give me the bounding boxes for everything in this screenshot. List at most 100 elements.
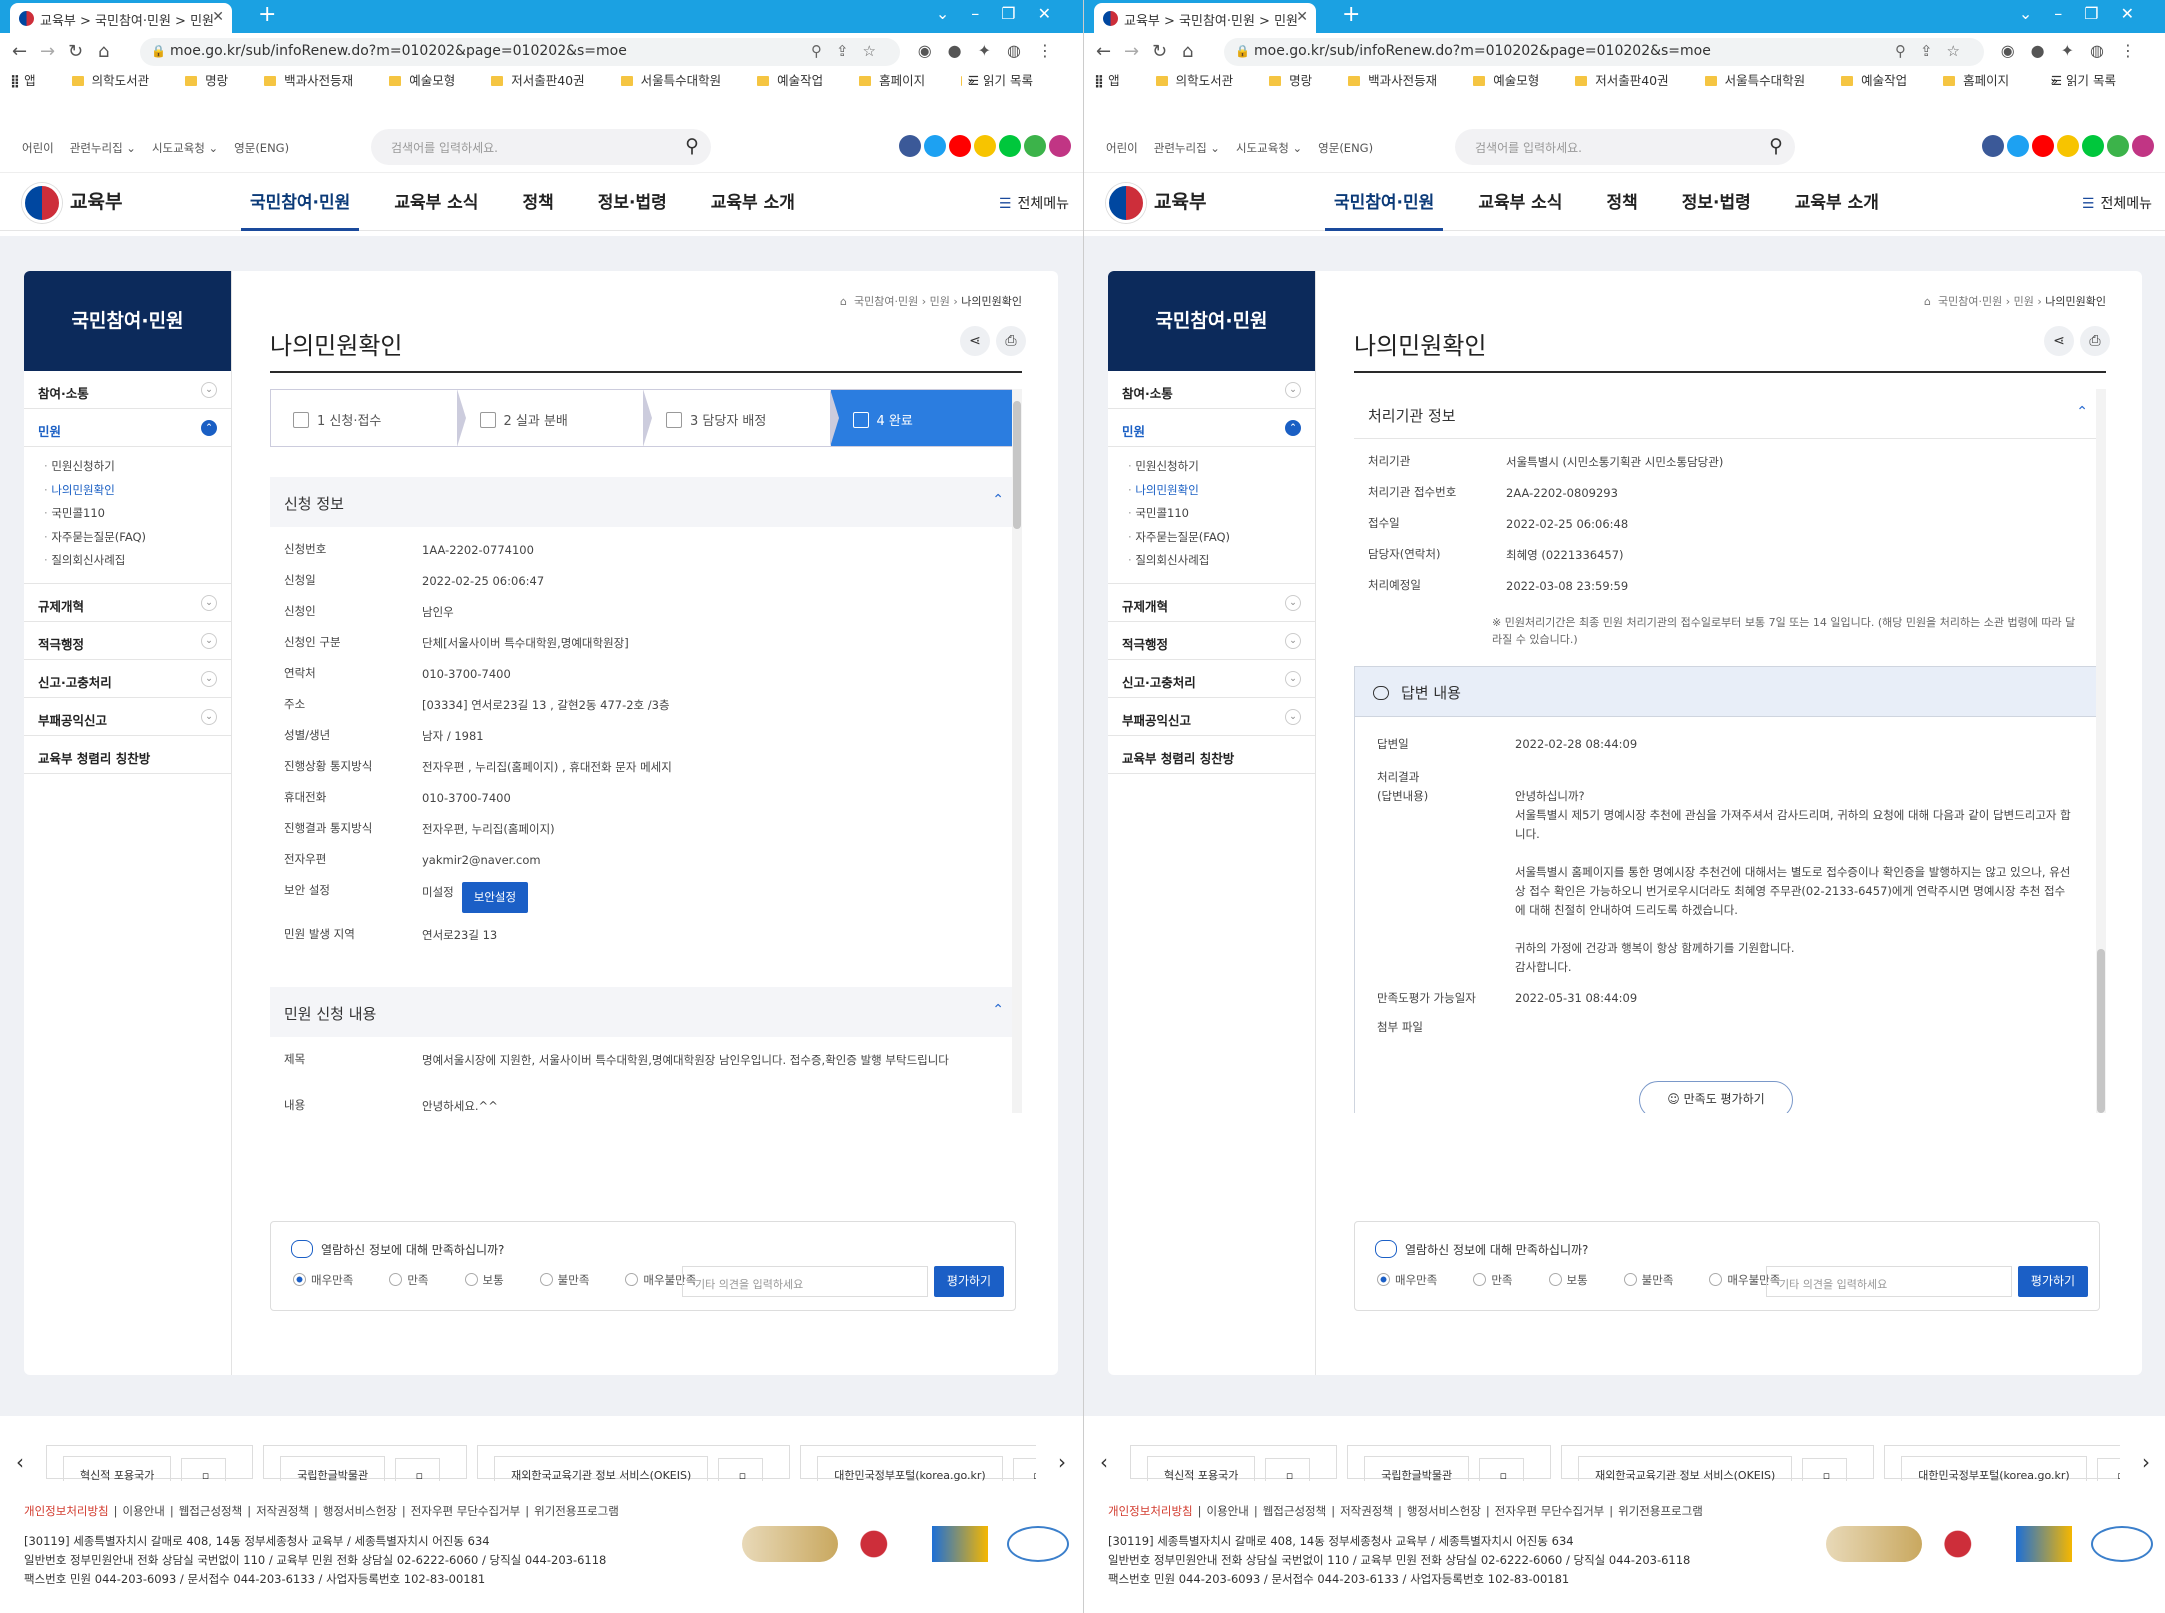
back-icon[interactable]: ←: [1096, 41, 1111, 62]
all-menu-button[interactable]: ☰ 전체메뉴: [999, 193, 1069, 213]
radio-icon[interactable]: [1623, 1273, 1637, 1286]
scrollbar[interactable]: [2096, 389, 2106, 1113]
reading-list[interactable]: ☰ 읽기 목록: [2044, 71, 2134, 91]
side-nav-subitem[interactable]: 질의회신사례집: [44, 549, 231, 573]
gnb-item[interactable]: 정보·법령: [1673, 173, 1760, 231]
browser-tab[interactable]: 교육부 > 국민참여·민원 > 민원 ✕: [10, 3, 232, 33]
footer-banner[interactable]: 재외한국교육기관 정보 서비스(OKEIS) ▫: [1561, 1445, 1875, 1481]
better-gov-logo[interactable]: [931, 1526, 988, 1562]
side-nav-item[interactable]: 참여·소통 ⌄: [24, 371, 231, 409]
footer-link[interactable]: 이용안내: [1207, 1504, 1249, 1518]
util-link[interactable]: 관련누리집 ⌄: [1154, 141, 1220, 155]
gnb-item[interactable]: 정책: [1597, 173, 1646, 231]
omnibox-actions-icon[interactable]: ⚲⇪☆: [811, 42, 890, 60]
site-search-input[interactable]: 검색어를 입력하세요. ⚲: [371, 129, 711, 165]
section-header[interactable]: 신청 정보 ⌃: [270, 477, 1018, 527]
footer-link[interactable]: 위기전용프로그램: [534, 1504, 619, 1518]
gnb-item[interactable]: 교육부 소개: [702, 173, 804, 231]
side-nav-subitem[interactable]: 나의민원확인: [1128, 479, 1315, 503]
scrollbar[interactable]: [1012, 389, 1022, 1113]
side-nav-item[interactable]: 적극행정 ⌄: [1108, 622, 1315, 660]
bookmark-item[interactable]: 예술작업: [757, 71, 841, 91]
footer-link[interactable]: 개인정보처리방침: [24, 1504, 109, 1518]
bookmark-item[interactable]: 저서출판40권: [1575, 71, 1686, 91]
sns-icon[interactable]: [2132, 135, 2154, 157]
radio-icon[interactable]: [1548, 1273, 1562, 1286]
satisfaction-eval-button[interactable]: ☺ 만족도 평가하기: [1639, 1081, 1793, 1113]
close-tab-icon[interactable]: ✕: [1296, 9, 1308, 25]
radio-icon[interactable]: [293, 1273, 306, 1286]
bookmark-item[interactable]: 서울특수대학원: [620, 71, 740, 91]
sns-icon[interactable]: [2107, 135, 2129, 157]
bookmark-item[interactable]: 예술모형: [1473, 71, 1557, 91]
breadcrumb-item[interactable]: 국민참여·민원: [1938, 295, 2002, 308]
site-logo[interactable]: 교육부: [22, 183, 122, 223]
bookmark-item[interactable]: 홈페이지: [1943, 71, 2027, 91]
footer-link[interactable]: 웹접근성정책: [179, 1504, 242, 1518]
radio-icon[interactable]: [464, 1273, 478, 1286]
bookmark-item[interactable]: 명랑: [185, 71, 246, 91]
sns-icon[interactable]: [949, 135, 971, 157]
footer-banner[interactable]: 대한민국정부포털(korea.go.kr) ▫: [1884, 1445, 2120, 1481]
radio-icon[interactable]: [539, 1273, 553, 1286]
footer-banner[interactable]: 혁신적 포용국가 ▫: [46, 1445, 254, 1481]
survey-option[interactable]: 매우만족: [1377, 1273, 1455, 1287]
survey-option[interactable]: 보통: [464, 1273, 522, 1287]
bookmark-item[interactable]: 의학도서관: [71, 71, 168, 91]
side-nav-subitem[interactable]: 질의회신사례집: [1128, 549, 1315, 573]
home-icon[interactable]: ⌂: [98, 41, 109, 62]
sns-icon[interactable]: [2032, 135, 2054, 157]
breadcrumb-item[interactable]: 민원: [930, 295, 950, 308]
side-nav-item[interactable]: 규제개혁 ⌄: [24, 584, 231, 622]
emblem-logo[interactable]: [1825, 1526, 1922, 1562]
footer-link[interactable]: 전자우편 무단수집거부: [1495, 1504, 1604, 1518]
omnibox-actions-icon[interactable]: ⚲⇪☆: [1895, 42, 1974, 60]
browser-tab[interactable]: 교육부 > 국민참여·민원 > 민원 ✕: [1094, 3, 1316, 33]
util-link[interactable]: 어린이: [1106, 141, 1138, 155]
footer-link[interactable]: 개인정보처리방침: [1108, 1504, 1193, 1518]
gnb-item[interactable]: 정책: [513, 173, 562, 231]
bookmark-item[interactable]: ⣿ 앱: [10, 71, 54, 91]
sns-icon[interactable]: [924, 135, 946, 157]
survey-submit-button[interactable]: 평가하기: [934, 1266, 1004, 1297]
nation-logo[interactable]: [856, 1526, 913, 1562]
bookmark-item[interactable]: 명랑: [1269, 71, 1330, 91]
footer-banner[interactable]: 대한민국정부포털(korea.go.kr) ▫: [800, 1445, 1036, 1481]
window-controls[interactable]: ⌄–❐✕: [936, 4, 1073, 23]
side-nav-subitem[interactable]: 국민콜110: [44, 502, 231, 526]
util-link[interactable]: 영문(ENG): [1318, 141, 1373, 155]
chevron-up-icon[interactable]: ⌃: [992, 492, 1004, 508]
util-link[interactable]: 시도교육청 ⌄: [152, 141, 218, 155]
sns-icon[interactable]: [999, 135, 1021, 157]
sns-icon[interactable]: [974, 135, 996, 157]
sns-icon[interactable]: [899, 135, 921, 157]
side-nav-item[interactable]: 참여·소통 ⌄: [1108, 371, 1315, 409]
sns-icon[interactable]: [2007, 135, 2029, 157]
bookmark-item[interactable]: 홈페이지: [859, 71, 943, 91]
share-icon[interactable]: ⋖: [960, 326, 990, 356]
footer-banner[interactable]: 국립한글박물관 ▫: [263, 1445, 468, 1481]
gnb-item[interactable]: 정보·법령: [589, 173, 676, 231]
side-nav-subitem[interactable]: 국민콜110: [1128, 502, 1315, 526]
search-icon[interactable]: ⚲: [685, 135, 699, 157]
url-bar[interactable]: 🔒 moe.go.kr/sub/infoRenew.do?m=010202&pag…: [140, 38, 900, 66]
survey-comment-input[interactable]: 기타 의견을 입력하세요: [1766, 1266, 2012, 1297]
bookmark-item[interactable]: 예술모형: [389, 71, 473, 91]
footer-banner[interactable]: 혁신적 포용국가 ▫: [1130, 1445, 1338, 1481]
wa-mark-logo[interactable]: [1007, 1526, 1069, 1562]
survey-comment-input[interactable]: 기타 의견을 입력하세요: [682, 1266, 928, 1297]
section-header[interactable]: 처리기관 정보 ⌃: [1354, 389, 2102, 439]
breadcrumb-item[interactable]: 민원: [2014, 295, 2034, 308]
footer-banner[interactable]: 재외한국교육기관 정보 서비스(OKEIS) ▫: [477, 1445, 791, 1481]
chevron-up-icon[interactable]: ⌃: [2076, 404, 2088, 420]
side-nav-subitem[interactable]: 나의민원확인: [44, 479, 231, 503]
breadcrumb-item[interactable]: 국민참여·민원: [854, 295, 918, 308]
survey-option[interactable]: 만족: [1473, 1273, 1530, 1287]
gnb-item[interactable]: 국민참여·민원: [1325, 173, 1444, 231]
back-icon[interactable]: ←: [12, 41, 27, 62]
radio-icon[interactable]: [625, 1273, 639, 1286]
chevron-up-icon[interactable]: ⌃: [992, 1002, 1004, 1018]
url-bar[interactable]: 🔒 moe.go.kr/sub/infoRenew.do?m=010202&pag…: [1224, 38, 1984, 66]
survey-submit-button[interactable]: 평가하기: [2018, 1266, 2088, 1297]
home-icon[interactable]: ⌂: [1924, 295, 1931, 308]
